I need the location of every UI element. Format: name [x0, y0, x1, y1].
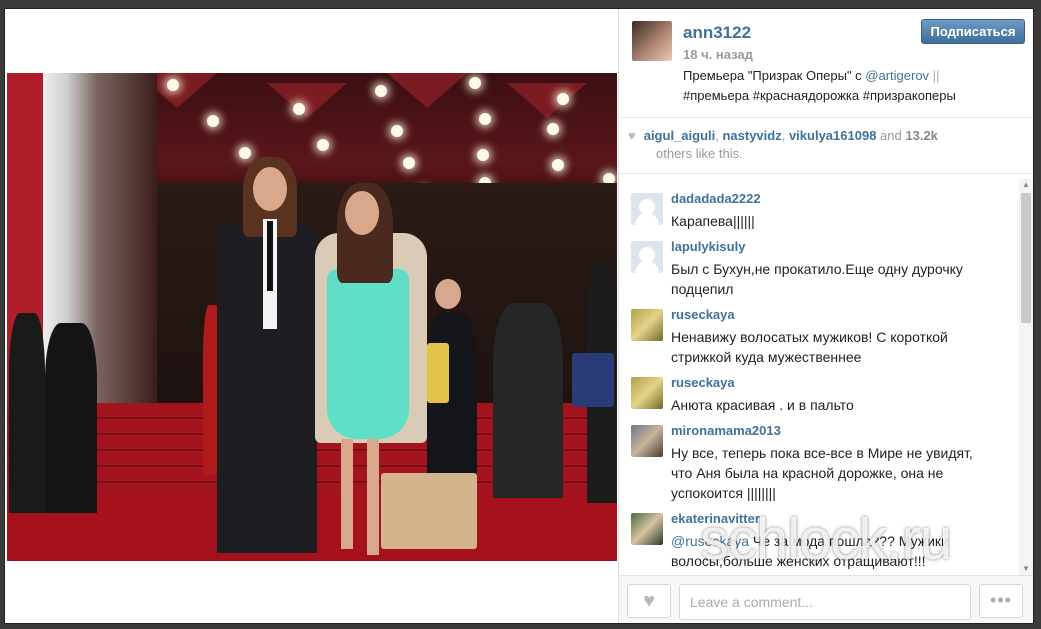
author-avatar[interactable] [632, 21, 672, 61]
ceiling-light [167, 79, 179, 91]
caption-mention[interactable]: @artigerov [865, 68, 929, 83]
divider [619, 173, 1033, 174]
caption-hashtags[interactable]: #премьера #краснаядорожка #призракоперы [683, 88, 956, 103]
watermark: schlock.ru [700, 507, 952, 572]
comment-username[interactable]: lapulykisuly [671, 239, 745, 254]
scroll-up-icon[interactable]: ▲ [1019, 179, 1033, 191]
author-username[interactable]: ann3122 [683, 23, 751, 43]
ceiling-panel [267, 83, 347, 118]
comment-text: Карапева|||||| [671, 213, 755, 229]
comment-username[interactable]: ruseckaya [671, 307, 735, 322]
liker-username[interactable]: nastyvidz [722, 128, 781, 143]
woman-leg [367, 439, 379, 555]
ceiling-light [479, 113, 491, 125]
ceiling-light [557, 93, 569, 105]
post-caption: Премьера "Призрак Оперы" с @artigerov ||… [683, 66, 1013, 106]
user-avatar[interactable] [631, 309, 663, 341]
like-button[interactable]: ♥ [627, 584, 671, 618]
caption-text: Премьера "Призрак Оперы" с [683, 68, 866, 83]
default-avatar[interactable] [631, 193, 663, 225]
comment-text: Был с Бухун,не прокатило.Еще одну дурочк… [671, 261, 963, 297]
likes-tail: others like this. [656, 146, 743, 161]
ceiling-light [207, 115, 219, 127]
liker-username[interactable]: vikulya161098 [789, 128, 876, 143]
user-avatar[interactable] [631, 425, 663, 457]
default-avatar[interactable] [631, 241, 663, 273]
more-options-button[interactable]: ••• [979, 584, 1023, 618]
scroll-down-icon[interactable]: ▼ [1019, 563, 1033, 575]
background-person [493, 303, 563, 498]
blue-handbag [572, 353, 614, 407]
photo-column [5, 9, 618, 623]
heart-icon: ♥ [643, 590, 655, 612]
ceiling-light [552, 159, 564, 171]
ceiling-light [403, 157, 415, 169]
ceiling-light [375, 85, 387, 97]
comment-username[interactable]: dadadada2222 [671, 191, 761, 206]
comment-input[interactable] [679, 584, 971, 620]
scroll-thumb[interactable] [1021, 193, 1031, 323]
divider [619, 117, 1033, 118]
woman-face [345, 191, 379, 235]
background-person [45, 323, 97, 513]
comment-username[interactable]: ruseckaya [671, 375, 735, 390]
likes-summary: ♥ aigul_aiguli, nastyvidz, vikulya161098 … [628, 127, 1018, 163]
likes-and: and [880, 128, 902, 143]
comment-text: Ненавижу волосатых мужиков! С короткой с… [671, 329, 948, 365]
ceiling-panel [507, 83, 587, 118]
comment-text: Ну все, теперь пока все-все в Мире не ув… [671, 445, 973, 501]
ceiling-light [391, 125, 403, 137]
liker-username[interactable]: aigul_aiguli [644, 128, 716, 143]
beige-tote-bag [381, 473, 477, 549]
ceiling-light [469, 77, 481, 89]
follow-button[interactable]: Подписаться [921, 19, 1025, 44]
child-head [435, 279, 461, 309]
man-face [253, 167, 287, 211]
post-photo[interactable] [7, 73, 617, 561]
comments-scrollbar[interactable]: ▲ ▼ [1019, 179, 1033, 575]
comment-username[interactable]: mironamama2013 [671, 423, 781, 438]
woman-leg [341, 439, 353, 549]
ceiling-light [239, 147, 251, 159]
post-timestamp: 18 ч. назад [683, 47, 753, 62]
likes-count[interactable]: 13.2k [905, 128, 938, 143]
background-person [9, 313, 45, 513]
comment-composer: ♥ ••• [619, 575, 1033, 623]
caption-separator: || [929, 68, 940, 83]
ceiling-light [547, 123, 559, 135]
flower-bouquet [427, 343, 449, 403]
ceiling-light [317, 139, 329, 151]
man-tie [267, 221, 273, 291]
ceiling-light [477, 149, 489, 161]
ceiling-panel [387, 73, 467, 108]
comment-text: Анюта красивая . и в пальто [671, 397, 854, 413]
user-avatar[interactable] [631, 513, 663, 545]
ceiling-light [293, 103, 305, 115]
heart-icon: ♥ [628, 128, 636, 143]
user-avatar[interactable] [631, 377, 663, 409]
woman-mint-dress [327, 269, 409, 439]
